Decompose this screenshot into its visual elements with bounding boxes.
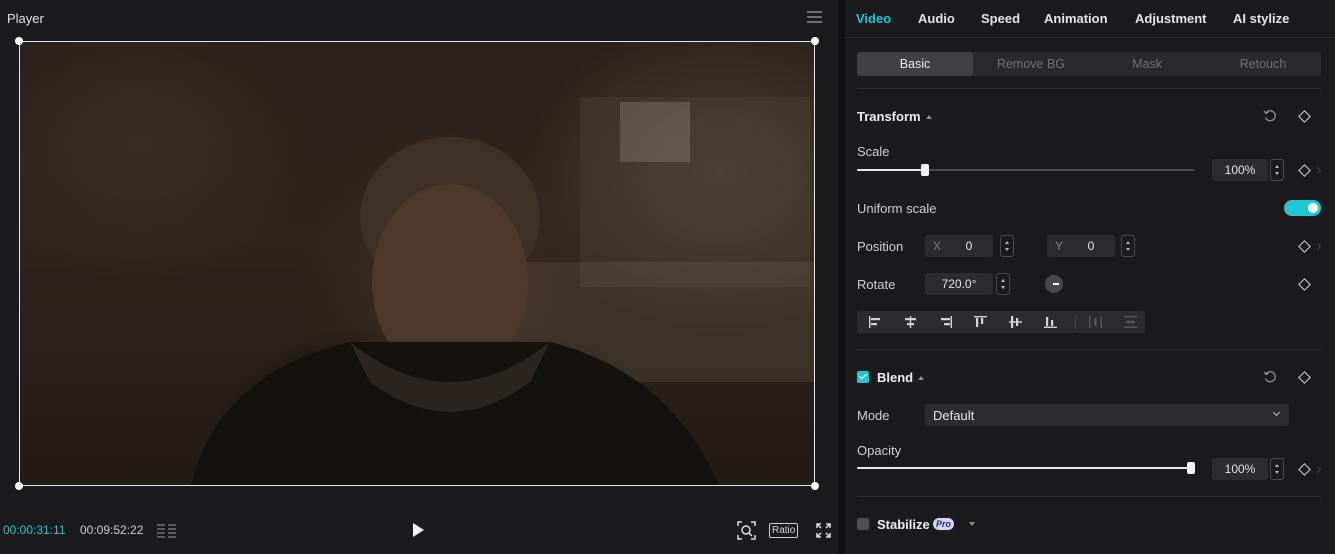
crop-handle-top-left[interactable] xyxy=(15,37,23,45)
mode-label: Mode xyxy=(857,408,890,423)
distribute-vertical-icon[interactable] xyxy=(1122,314,1139,330)
opacity-stepper[interactable] xyxy=(1270,458,1284,480)
keyframe-icon[interactable] xyxy=(1298,110,1311,123)
opacity-slider-fill xyxy=(857,467,1191,469)
subtab-retouch[interactable]: Retouch xyxy=(1205,52,1321,76)
scale-stepper[interactable] xyxy=(1270,159,1284,181)
stabilize-checkbox[interactable] xyxy=(857,518,869,530)
scale-slider-thumb[interactable] xyxy=(921,164,929,176)
position-label: Position xyxy=(857,239,904,254)
subtab-mask[interactable]: Mask xyxy=(1089,52,1205,76)
distribute-horizontal-icon[interactable] xyxy=(1087,314,1104,330)
tab-adjustment[interactable]: Adjustment xyxy=(1135,11,1207,26)
opacity-value-field[interactable]: 100% xyxy=(1212,458,1268,480)
position-x-stepper[interactable] xyxy=(1000,235,1014,257)
subtab-basic[interactable]: Basic xyxy=(857,52,973,76)
caret-down-icon[interactable] xyxy=(969,522,975,526)
total-duration: 00:09:52:22 xyxy=(80,523,144,537)
chevron-down-icon xyxy=(1272,408,1281,417)
caret-up-icon xyxy=(918,376,925,380)
divider xyxy=(857,88,1321,89)
keyframe-icon[interactable] xyxy=(1298,278,1311,291)
crop-handle-top-right[interactable] xyxy=(811,37,819,45)
menu-icon[interactable] xyxy=(807,11,822,24)
align-center-vertical-icon[interactable] xyxy=(1007,314,1024,330)
uniform-scale-label: Uniform scale xyxy=(857,201,937,216)
align-bottom-icon[interactable] xyxy=(1042,314,1059,330)
align-top-icon[interactable] xyxy=(972,314,989,330)
rotate-stepper[interactable] xyxy=(996,273,1010,295)
uniform-scale-toggle[interactable] xyxy=(1284,200,1321,216)
tab-ai-stylize[interactable]: AI stylize xyxy=(1233,11,1289,26)
scale-slider-fill xyxy=(857,169,925,171)
video-subject xyxy=(190,137,720,485)
pro-badge: Pro xyxy=(933,518,955,530)
crop-handle-bottom-right[interactable] xyxy=(811,482,819,490)
player-title: Player xyxy=(7,11,44,26)
align-left-icon[interactable] xyxy=(867,314,884,330)
subtab-remove-bg[interactable]: Remove BG xyxy=(973,52,1089,76)
crop-handle-bottom-left[interactable] xyxy=(15,482,23,490)
blend-mode-select[interactable]: Default xyxy=(925,404,1289,426)
player-panel: Player 00:00:31:11 00:09:52:22 Ratio xyxy=(0,0,838,554)
opacity-slider-thumb[interactable] xyxy=(1187,462,1195,474)
video-preview[interactable] xyxy=(19,41,815,486)
caret-up-icon xyxy=(925,115,932,119)
chevron-right-icon xyxy=(1313,465,1322,474)
tab-audio[interactable]: Audio xyxy=(918,11,955,26)
stabilize-section-title[interactable]: Stabilize xyxy=(877,517,930,532)
position-y-stepper[interactable] xyxy=(1121,235,1135,257)
opacity-slider[interactable] xyxy=(857,462,1195,474)
opacity-label: Opacity xyxy=(857,443,902,458)
align-center-horizontal-icon[interactable] xyxy=(902,314,919,330)
inspector-panel: Video Audio Speed Animation Adjustment A… xyxy=(845,0,1335,554)
keyframe-icon[interactable] xyxy=(1298,371,1311,384)
scale-slider[interactable] xyxy=(857,164,1195,176)
keyframe-icon[interactable] xyxy=(1298,164,1311,177)
chevron-right-icon xyxy=(1313,166,1322,175)
inspector-tabs: Video Audio Speed Animation Adjustment A… xyxy=(845,0,1335,38)
rotate-dial[interactable] xyxy=(1045,275,1063,293)
divider xyxy=(857,349,1321,350)
rotate-label: Rotate xyxy=(857,277,896,292)
transform-section-title[interactable]: Transform xyxy=(857,109,932,124)
tab-speed[interactable]: Speed xyxy=(981,11,1020,26)
align-right-icon[interactable] xyxy=(937,314,954,330)
scale-value-field[interactable]: 100% xyxy=(1212,159,1268,181)
tab-video[interactable]: Video xyxy=(856,11,891,26)
reset-icon[interactable] xyxy=(1263,370,1277,384)
align-separator xyxy=(1075,315,1076,329)
play-icon[interactable] xyxy=(411,522,425,538)
timeline-view-icon[interactable] xyxy=(157,523,177,538)
keyframe-icon[interactable] xyxy=(1298,463,1311,476)
current-time: 00:00:31:11 xyxy=(3,523,66,537)
blend-section-title[interactable]: Blend xyxy=(877,370,925,385)
blend-checkbox[interactable] xyxy=(857,371,869,383)
fullscreen-icon[interactable] xyxy=(816,523,831,538)
position-x-field[interactable]: X 0 xyxy=(925,235,993,257)
reset-icon[interactable] xyxy=(1263,109,1277,123)
ratio-button[interactable]: Ratio xyxy=(769,523,799,538)
scale-label: Scale xyxy=(857,144,890,159)
tab-animation[interactable]: Animation xyxy=(1044,11,1108,26)
keyframe-icon[interactable] xyxy=(1298,240,1311,253)
subtab-bar: Basic Remove BG Mask Retouch xyxy=(857,52,1321,76)
align-toolbar xyxy=(857,311,1145,333)
chevron-right-icon xyxy=(1313,242,1322,251)
rotate-field[interactable]: 720.0° xyxy=(925,273,993,295)
divider xyxy=(857,496,1321,497)
position-y-field[interactable]: Y 0 xyxy=(1047,235,1115,257)
zoom-fit-icon[interactable] xyxy=(737,521,756,540)
